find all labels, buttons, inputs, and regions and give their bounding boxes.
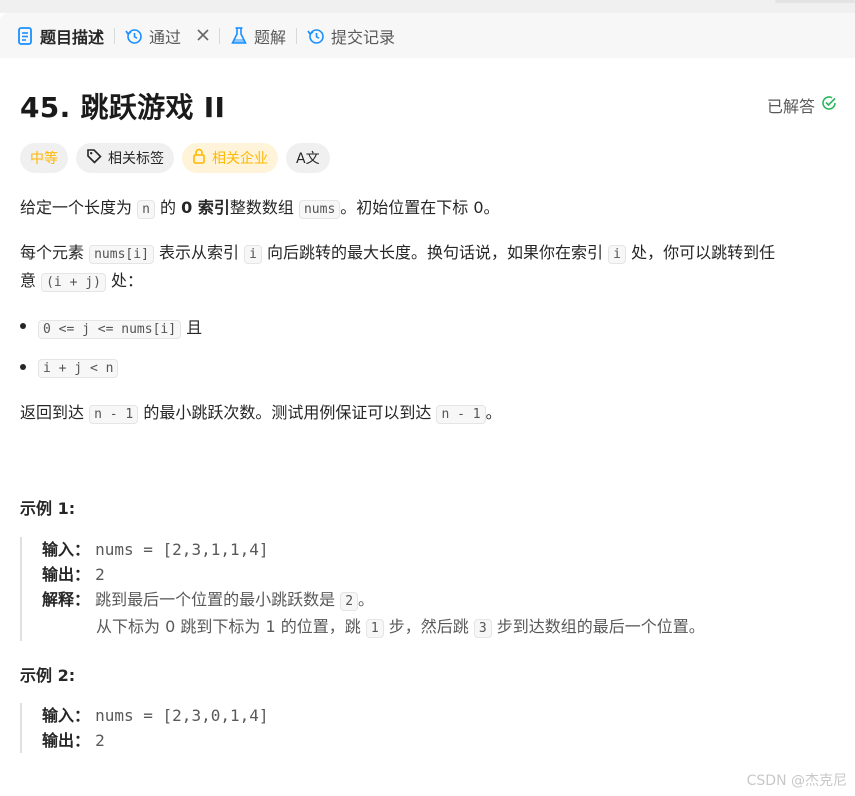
text: 处，你可以跳转到任	[631, 243, 776, 262]
text: 处：	[111, 271, 144, 290]
list-item: i + j < n	[20, 357, 119, 378]
output-value: 2	[95, 731, 105, 750]
inline-code: 3	[473, 619, 492, 638]
inline-code: i + j < n	[38, 359, 119, 378]
close-icon[interactable]	[197, 26, 209, 45]
description-paragraph-2: 每个元素 nums[i] 表示从索引 i 向后跳转的最大长度。换句话说，如果你在…	[20, 240, 840, 296]
input-label: 输入：	[42, 540, 91, 559]
text: 整数数组	[229, 198, 294, 217]
solved-status: 已解答	[767, 93, 837, 117]
inline-code: 0 <= j <= nums[i]	[38, 320, 182, 339]
tab-label: 提交记录	[331, 27, 396, 47]
text: 。	[485, 403, 502, 422]
explanation-text: 步，然后跳	[388, 617, 469, 636]
watermark: CSDN @杰克尼	[746, 773, 847, 789]
text: 表示从索引	[159, 243, 240, 262]
flask-icon	[230, 26, 248, 45]
input-label: 输入：	[42, 706, 91, 725]
tab-solutions[interactable]: 题解	[230, 13, 286, 58]
explanation-text: 从下标为 0 跳到下标为 1 的位置，跳	[96, 617, 361, 636]
text: 返回到达	[20, 403, 85, 422]
example-1-block: 输入： nums = [2,3,1,1,4] 输出： 2 解释： 跳到最后一个位…	[20, 537, 705, 641]
history-icon	[307, 27, 325, 45]
tag-icon	[86, 148, 102, 168]
inline-code: nums[i]	[89, 245, 154, 264]
text: 给定一个长度为	[20, 198, 133, 217]
text: 的最小跳跃次数。测试用例保证可以到达	[143, 403, 432, 422]
translate-icon: A文	[296, 151, 320, 167]
explanation-text: 。	[358, 590, 375, 609]
tab-divider	[219, 27, 221, 44]
bold-text: 0 索引	[181, 198, 230, 217]
translate-button[interactable]: A文	[286, 143, 330, 173]
input-value: nums = [2,3,1,1,4]	[95, 540, 269, 559]
text: 每个元素	[20, 243, 85, 262]
text: 的	[160, 198, 177, 217]
top-strip	[0, 0, 855, 13]
example-1-heading: 示例 1:	[20, 499, 76, 518]
window-handle	[775, 0, 855, 3]
related-companies-label: 相关企业	[212, 151, 268, 167]
inline-code: (i + j)	[41, 273, 106, 292]
bullet-dot	[20, 363, 26, 370]
history-icon	[125, 27, 143, 45]
related-companies-button[interactable]: 相关企业	[182, 143, 278, 173]
tab-divider	[114, 27, 116, 44]
output-value: 2	[95, 565, 105, 584]
inline-code: 1	[365, 619, 384, 638]
tag-row: 中等 相关标签 相关企业 A文	[20, 143, 330, 173]
input-value: nums = [2,3,0,1,4]	[95, 706, 269, 725]
difficulty-badge: 中等	[20, 143, 68, 173]
tab-bar: 题目描述 通过 题解 提交记录	[0, 13, 855, 58]
explanation-text: 跳到最后一个位置的最小跳跃数是	[95, 590, 336, 609]
text: 意	[20, 271, 37, 290]
inline-code: 2	[340, 592, 359, 611]
tab-submissions[interactable]: 提交记录	[307, 13, 395, 58]
text: 向后跳转的最大长度。换句话说，如果你在索引	[267, 243, 604, 262]
inline-code: n - 1	[436, 405, 486, 424]
check-circle-icon	[821, 95, 837, 115]
tab-label: 通过	[149, 27, 182, 47]
list-item: 0 <= j <= nums[i] 且	[20, 314, 203, 339]
explanation-text: 步到达数组的最后一个位置。	[496, 617, 705, 636]
inline-code: nums	[298, 200, 341, 219]
lock-icon	[192, 148, 206, 168]
text: 。初始位置在下标 0。	[340, 198, 500, 217]
inline-code: n	[137, 200, 155, 219]
explanation-label: 解释：	[42, 590, 91, 609]
example-2-block: 输入： nums = [2,3,0,1,4] 输出： 2	[20, 703, 269, 753]
tab-accepted[interactable]: 通过	[125, 13, 209, 58]
document-icon	[16, 26, 34, 45]
bullet-dot	[20, 323, 26, 329]
output-label: 输出：	[42, 565, 91, 584]
inline-code: i	[608, 245, 626, 264]
related-tags-label: 相关标签	[108, 151, 164, 167]
tab-label: 题解	[254, 27, 287, 47]
problem-title[interactable]: 45. 跳跃游戏 II	[20, 86, 225, 126]
example-2-heading: 示例 2:	[20, 666, 76, 685]
description-paragraph-3: 返回到达 n - 1 的最小跳跃次数。测试用例保证可以到达 n - 1。	[20, 400, 840, 428]
inline-code: n - 1	[89, 405, 139, 424]
tab-label: 题目描述	[40, 27, 105, 47]
output-label: 输出：	[42, 731, 91, 750]
text: 且	[186, 318, 203, 337]
tab-description[interactable]: 题目描述	[16, 13, 104, 58]
related-tags-button[interactable]: 相关标签	[76, 143, 174, 173]
description-paragraph-1: 给定一个长度为 n 的 0 索引整数数组 nums 。初始位置在下标 0。	[20, 195, 840, 223]
inline-code: i	[244, 245, 262, 264]
solved-label: 已解答	[766, 97, 815, 116]
tab-divider	[296, 27, 298, 44]
